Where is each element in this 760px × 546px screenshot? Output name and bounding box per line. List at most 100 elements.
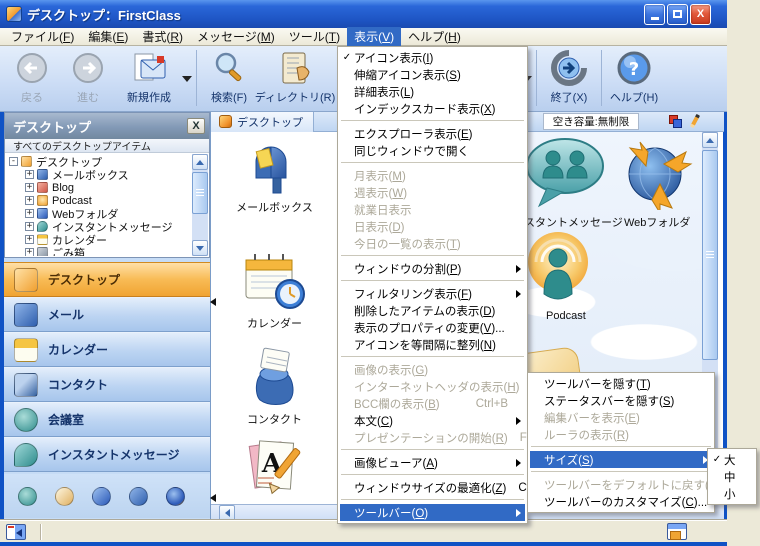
tree-expander[interactable]: + bbox=[25, 235, 34, 244]
panel-close-button[interactable]: X bbox=[187, 118, 205, 134]
menu-item[interactable]: エクスプローラ表示(E) bbox=[340, 125, 525, 142]
menu-item[interactable]: ツールバー(O) bbox=[340, 504, 525, 521]
close-button[interactable]: X bbox=[690, 4, 711, 25]
back-button[interactable]: 戻る bbox=[4, 48, 60, 110]
menubar-item[interactable]: ツール(T) bbox=[282, 27, 347, 47]
menu-item[interactable]: ルーラの表示(R) bbox=[530, 426, 712, 443]
scroll-down-button[interactable] bbox=[192, 240, 208, 256]
create-new-dropdown-arrow[interactable] bbox=[182, 76, 192, 82]
menu-item[interactable]: ✓アイコン表示(I) bbox=[340, 49, 525, 66]
menubar-item[interactable]: ファイル(F) bbox=[4, 27, 81, 47]
tree-expander[interactable]: + bbox=[25, 170, 34, 179]
menu-item[interactable]: 削除したアイテムの表示(D) bbox=[340, 302, 525, 319]
menu-item[interactable]: 週表示(W) bbox=[340, 184, 525, 201]
sidebar-button[interactable]: コンタクト bbox=[4, 367, 210, 402]
directory-button[interactable]: ディレクトリ(R) bbox=[257, 48, 333, 110]
menu-item[interactable]: 同じウィンドウで開く bbox=[340, 142, 525, 159]
podcast-icon[interactable] bbox=[524, 230, 596, 308]
forward-button[interactable]: 進む bbox=[60, 48, 116, 110]
window-list-icon[interactable] bbox=[667, 523, 687, 540]
tree-item[interactable]: +メールボックス bbox=[6, 168, 192, 181]
menu-item[interactable]: インターネットヘッダの表示(H) bbox=[340, 378, 525, 395]
exit-button[interactable]: 終了(X) bbox=[541, 48, 597, 110]
scroll-thumb[interactable] bbox=[192, 172, 208, 214]
menu-item[interactable]: アイコンを等間隔に整列(N) bbox=[340, 336, 525, 353]
pane-collapse-arrow[interactable] bbox=[210, 298, 216, 306]
menu-item[interactable]: ツールバーを隠す(T) bbox=[530, 375, 712, 392]
tree-expander[interactable]: + bbox=[25, 209, 34, 218]
menubar-item[interactable]: メッセージ(M) bbox=[190, 27, 282, 47]
instant-messaging-icon[interactable] bbox=[524, 134, 611, 214]
tree-item[interactable]: +Blog bbox=[6, 181, 192, 194]
mail-icon[interactable] bbox=[129, 487, 148, 506]
menu-item[interactable]: ステータスバーを隠す(S) bbox=[530, 392, 712, 409]
menu-item[interactable]: 編集バーを表示(E) bbox=[530, 409, 712, 426]
menu-item[interactable]: 小 bbox=[710, 485, 754, 502]
menubar-item[interactable]: ヘルプ(H) bbox=[401, 27, 468, 47]
sidebar-button[interactable]: カレンダー bbox=[4, 332, 210, 367]
menu-item[interactable]: 画像の表示(G) bbox=[340, 361, 525, 378]
sidebar-button[interactable]: メール bbox=[4, 297, 210, 332]
menu-item[interactable]: 表示のプロパティの変更(V)... bbox=[340, 319, 525, 336]
create-new-button[interactable]: 新規作成 bbox=[116, 48, 182, 110]
menu-item[interactable]: インデックスカード表示(X) bbox=[340, 100, 525, 117]
menu-item[interactable]: BCC欄の表示(B)Ctrl+B bbox=[340, 395, 525, 412]
menu-item[interactable]: 中 bbox=[710, 468, 754, 485]
create-new-icon bbox=[129, 48, 169, 88]
help-button[interactable]: ? ヘルプ(H) bbox=[606, 48, 662, 110]
menu-item[interactable]: ウィンドウサイズの最適化(Z)Ctrl+^ bbox=[340, 479, 525, 496]
conference-icon[interactable] bbox=[18, 487, 37, 506]
contacts-item[interactable]: コンタクト bbox=[211, 344, 338, 427]
titlebar: デスクトップ：FirstClass X bbox=[0, 0, 727, 28]
tree-item[interactable]: +ごみ箱 bbox=[6, 246, 192, 256]
sidebar-button[interactable]: 会議室 bbox=[4, 402, 210, 437]
tree-expander[interactable]: + bbox=[25, 196, 34, 205]
menu-item-label: インデックスカード表示(X) bbox=[354, 101, 516, 117]
tree-expander[interactable]: - bbox=[9, 157, 18, 166]
scroll-thumb[interactable] bbox=[702, 150, 718, 360]
tree-expander[interactable]: + bbox=[25, 183, 34, 192]
menu-item[interactable]: 伸縮アイコン表示(S) bbox=[340, 66, 525, 83]
pane-collapse-arrow[interactable] bbox=[210, 494, 216, 502]
menu-item[interactable]: ツールバーのカスタマイズ(C)... bbox=[530, 493, 712, 510]
tree-item[interactable]: +カレンダー bbox=[6, 233, 192, 246]
documents-item[interactable]: A ドキュメント bbox=[211, 434, 338, 504]
menu-item[interactable]: 日表示(D) bbox=[340, 218, 525, 235]
edit-pencil-icon[interactable] bbox=[690, 114, 700, 128]
tree-expander[interactable]: + bbox=[25, 222, 34, 231]
menubar-item[interactable]: 書式(R) bbox=[135, 27, 190, 47]
menu-item[interactable]: プレゼンテーションの開始(R)F5 bbox=[340, 429, 525, 446]
maximize-button[interactable] bbox=[667, 4, 688, 25]
menubar-item[interactable]: 編集(E) bbox=[81, 27, 135, 47]
menu-item[interactable]: ウィンドウの分割(P) bbox=[340, 260, 525, 277]
document-icon[interactable] bbox=[55, 487, 74, 506]
minimize-button[interactable] bbox=[644, 4, 665, 25]
toggle-panel-icon[interactable] bbox=[6, 524, 26, 540]
menu-item[interactable]: 就業日表示 bbox=[340, 201, 525, 218]
menu-item[interactable]: 月表示(M) bbox=[340, 167, 525, 184]
menu-item[interactable]: 今日の一覧の表示(T) bbox=[340, 235, 525, 252]
tab-desktop[interactable]: デスクトップ bbox=[211, 112, 314, 132]
menu-item[interactable]: 画像ビューア(A) bbox=[340, 454, 525, 471]
tree-expander[interactable]: + bbox=[25, 248, 34, 256]
calendar-item[interactable]: カレンダー bbox=[211, 250, 338, 331]
scroll-up-button[interactable] bbox=[192, 154, 208, 170]
menubar-item[interactable]: 表示(V) bbox=[347, 27, 401, 47]
webfolder-icon[interactable] bbox=[92, 487, 111, 506]
scroll-up-button[interactable] bbox=[702, 132, 718, 148]
menu-item[interactable]: ✓大 bbox=[710, 451, 754, 468]
tree-scrollbar[interactable] bbox=[192, 154, 208, 256]
sidebar-button[interactable]: インスタントメッセージ bbox=[4, 437, 210, 472]
menu-item[interactable]: サイズ(S) bbox=[530, 451, 712, 468]
web-folder-icon[interactable] bbox=[616, 138, 694, 210]
scroll-left-button[interactable] bbox=[219, 505, 235, 521]
search-button[interactable]: 検索(F) bbox=[201, 48, 257, 110]
menu-item[interactable]: 本文(C) bbox=[340, 412, 525, 429]
sidebar-button[interactable]: デスクトップ bbox=[4, 262, 210, 297]
view-mode-icon[interactable] bbox=[669, 115, 683, 129]
browser-icon[interactable] bbox=[166, 487, 185, 506]
mailbox-item[interactable]: メールボックス bbox=[211, 140, 338, 215]
menu-item[interactable]: フィルタリング表示(F) bbox=[340, 285, 525, 302]
menu-item[interactable]: ツールバーをデフォルトに戻す(T) bbox=[530, 476, 712, 493]
menu-item[interactable]: 詳細表示(L) bbox=[340, 83, 525, 100]
